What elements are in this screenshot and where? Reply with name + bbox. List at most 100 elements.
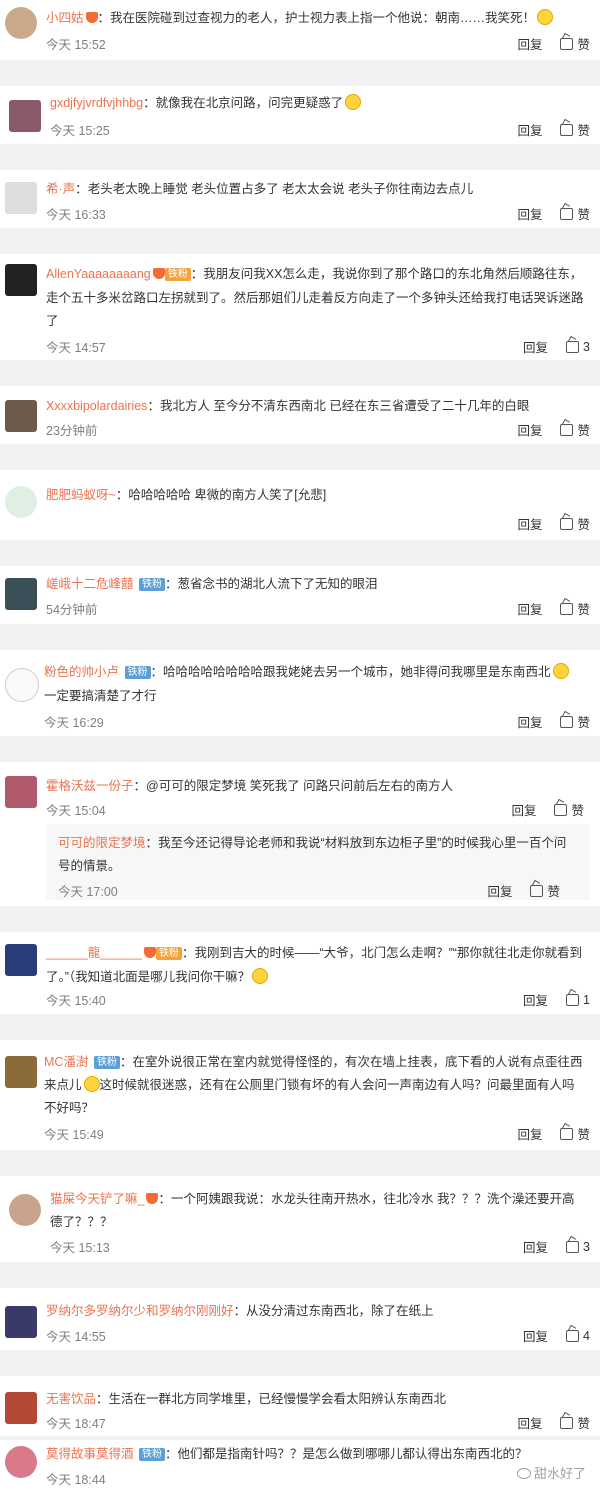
comment-item: gxdjfyjvrdfvjhhbg：就像我在北京问路，问完更疑惑了 今天 15:… [0, 86, 600, 144]
like-button[interactable]: 赞 [560, 1124, 590, 1143]
username[interactable]: Xxxxbipolardairies [46, 399, 147, 413]
like-button[interactable]: 赞 [560, 514, 590, 533]
reply-button[interactable]: 回复 [517, 712, 542, 731]
username[interactable]: 猫屎今天铲了嘛_ [50, 1192, 144, 1206]
thumbs-up-icon [560, 1416, 574, 1429]
comment-text: 我刚到吉大的时候——“大爷，北门怎么走啊？”“那你就往北走你就看到 [194, 946, 582, 960]
avatar[interactable] [5, 7, 37, 39]
avatar[interactable] [5, 668, 39, 702]
avatar[interactable] [5, 264, 37, 296]
comment-text: 他们都是指南针吗？？是怎么做到哪哪儿都认得出东南西北的？ [177, 1447, 528, 1461]
like-button[interactable]: 赞 [560, 120, 590, 139]
like-count: 3 [583, 339, 590, 354]
username[interactable]: 希·声 [46, 182, 75, 196]
like-button[interactable]: 赞 [560, 712, 590, 731]
avatar[interactable] [9, 1194, 41, 1226]
username[interactable]: gxdjfyjvrdfvjhhbg [50, 96, 143, 110]
crown-icon [146, 1193, 159, 1204]
comment-item: 小四姑 ：我在医院碰到过查视力的老人，护士视力表上指一个他说：朝南……我笑死！ 今… [0, 0, 600, 60]
username[interactable]: AllenYaaaaaaaang [46, 267, 151, 281]
fan-badge: 铁粉 [93, 1056, 120, 1069]
username[interactable]: 粉色的帅小卢 [44, 665, 119, 679]
like-button[interactable]: 4 [566, 1328, 590, 1343]
username[interactable]: 莫得故事莫得酒 [46, 1447, 134, 1461]
avatar[interactable] [5, 578, 37, 610]
reply-button[interactable]: 回复 [517, 120, 542, 139]
like-button[interactable]: 赞 [560, 599, 590, 618]
comment-text: 从没分清过东南西北，除了在纸上 [246, 1304, 434, 1318]
thumbs-up-icon [566, 993, 580, 1006]
reply-button[interactable]: 回复 [517, 1124, 542, 1143]
timestamp: 今天 15:13 [50, 1241, 110, 1255]
reply-button[interactable]: 回复 [517, 420, 542, 439]
like-button[interactable]: 赞 [560, 420, 590, 439]
username[interactable]: 无害饮品 [46, 1392, 96, 1406]
comment-item: ______龍______ 铁粉 ：我刚到吉大的时候——“大爷，北门怎么走啊？”“那… [0, 932, 600, 1014]
avatar[interactable] [5, 1446, 37, 1478]
reply-button[interactable]: 回复 [487, 881, 512, 900]
comment-text-line: 德了？？？ [50, 1215, 113, 1229]
timestamp: 今天 16:29 [44, 716, 104, 730]
like-button[interactable]: 赞 [560, 204, 590, 223]
laughing-emoji-icon [252, 968, 269, 984]
like-count: 赞 [577, 716, 590, 730]
reply-button[interactable]: 回复 [523, 337, 548, 356]
username[interactable]: MC潘澍 [44, 1055, 88, 1069]
like-button[interactable]: 3 [566, 339, 590, 354]
like-button[interactable]: 赞 [560, 1413, 590, 1432]
like-button[interactable]: 赞 [530, 881, 560, 900]
fan-badge: 铁粉 [155, 947, 182, 960]
crown-icon [152, 268, 165, 279]
avatar[interactable] [5, 182, 37, 214]
like-count: 赞 [577, 1417, 590, 1431]
username[interactable]: 罗纳尔多罗纳尔少和罗纳尔刚刚好 [46, 1304, 234, 1318]
reply-button[interactable]: 回复 [517, 1413, 542, 1432]
thumbs-up-icon [560, 123, 574, 136]
reply-button[interactable]: 回复 [517, 34, 542, 53]
comment-item: MC潘澍 铁粉 ：在室外说很正常在室内就觉得怪怪的，有次在墙上挂表，底下看的人说有… [0, 1040, 600, 1150]
reply-button[interactable]: 回复 [517, 514, 542, 533]
comment-item: 希·声：老头老太晚上睡觉 老头位置占多了 老太太会说 老头子你往南边去点儿 今天… [0, 170, 600, 228]
comment-text: 哈哈哈哈哈哈哈哈跟我姥姥去另一个城市，她非得问我哪里是东南西北 [163, 665, 551, 679]
username[interactable]: 小四姑 [46, 11, 84, 25]
username[interactable]: 嵯峨十二危峰囍 [46, 577, 134, 591]
avatar[interactable] [5, 1306, 37, 1338]
thumbs-up-icon [560, 715, 574, 728]
like-button[interactable]: 1 [566, 992, 590, 1007]
reply-button[interactable]: 回复 [523, 1326, 548, 1345]
username[interactable]: 霍格沃兹一份子 [46, 779, 134, 793]
reply-button[interactable]: 回复 [523, 1237, 548, 1256]
smile-emoji-icon [83, 1076, 100, 1092]
like-button[interactable]: 赞 [554, 800, 584, 819]
avatar[interactable] [5, 944, 37, 976]
avatar[interactable] [5, 1056, 37, 1088]
avatar[interactable] [5, 400, 37, 432]
comment-text-line: 号的情景。 [58, 859, 121, 873]
confused-emoji-icon [345, 94, 362, 110]
laughing-emoji-icon [537, 9, 554, 25]
reply-button[interactable]: 回复 [517, 204, 542, 223]
username[interactable]: 肥肥蚂蚁呀~ [46, 488, 116, 502]
comment-text: @可可的限定梦境 笑死我了 问路只问前后左右的南方人 [146, 779, 454, 793]
username[interactable]: ______龍______ [46, 946, 142, 960]
reply-button[interactable]: 回复 [523, 990, 548, 1009]
avatar[interactable] [5, 776, 37, 808]
avatar[interactable] [5, 486, 37, 518]
like-button[interactable]: 赞 [560, 34, 590, 53]
avatar[interactable] [5, 1392, 37, 1424]
comment-text: 哈哈哈哈哈 卑微的南方人笑了[允悲] [128, 488, 327, 502]
like-count: 赞 [547, 885, 560, 899]
thumbs-up-icon [560, 207, 574, 220]
comment-text: 我在医院碰到过查视力的老人，护士视力表上指一个他说：朝南……我笑死！ [110, 11, 536, 25]
reply-button[interactable]: 回复 [511, 800, 536, 819]
reply-button[interactable]: 回复 [517, 599, 542, 618]
comment-text: 我至今还记得导论老师和我说“材料放到东边柜子里”的时候我心里一百个问 [158, 836, 567, 850]
timestamp: 今天 16:33 [46, 208, 106, 222]
comment-text: 在室外说很正常在室内就觉得怪怪的，有次在墙上挂表，底下看的人说有点歪往西 [132, 1055, 583, 1069]
avatar[interactable] [9, 100, 41, 132]
comment-item: 莫得故事莫得酒 铁粉 ：他们都是指南针吗？？是怎么做到哪哪儿都认得出东南西北的？ … [0, 1440, 600, 1494]
username[interactable]: 可可的限定梦境 [58, 836, 146, 850]
comment-text: 一个阿姨跟我说：水龙头往南开热水，往北冷水 我？？？洗个澡还要开高 [170, 1192, 575, 1206]
like-button[interactable]: 3 [566, 1239, 590, 1254]
comment-item: 无害饮品：生活在一群北方同学堆里，已经慢慢学会看太阳辨认东南西北 今天 18:4… [0, 1376, 600, 1436]
